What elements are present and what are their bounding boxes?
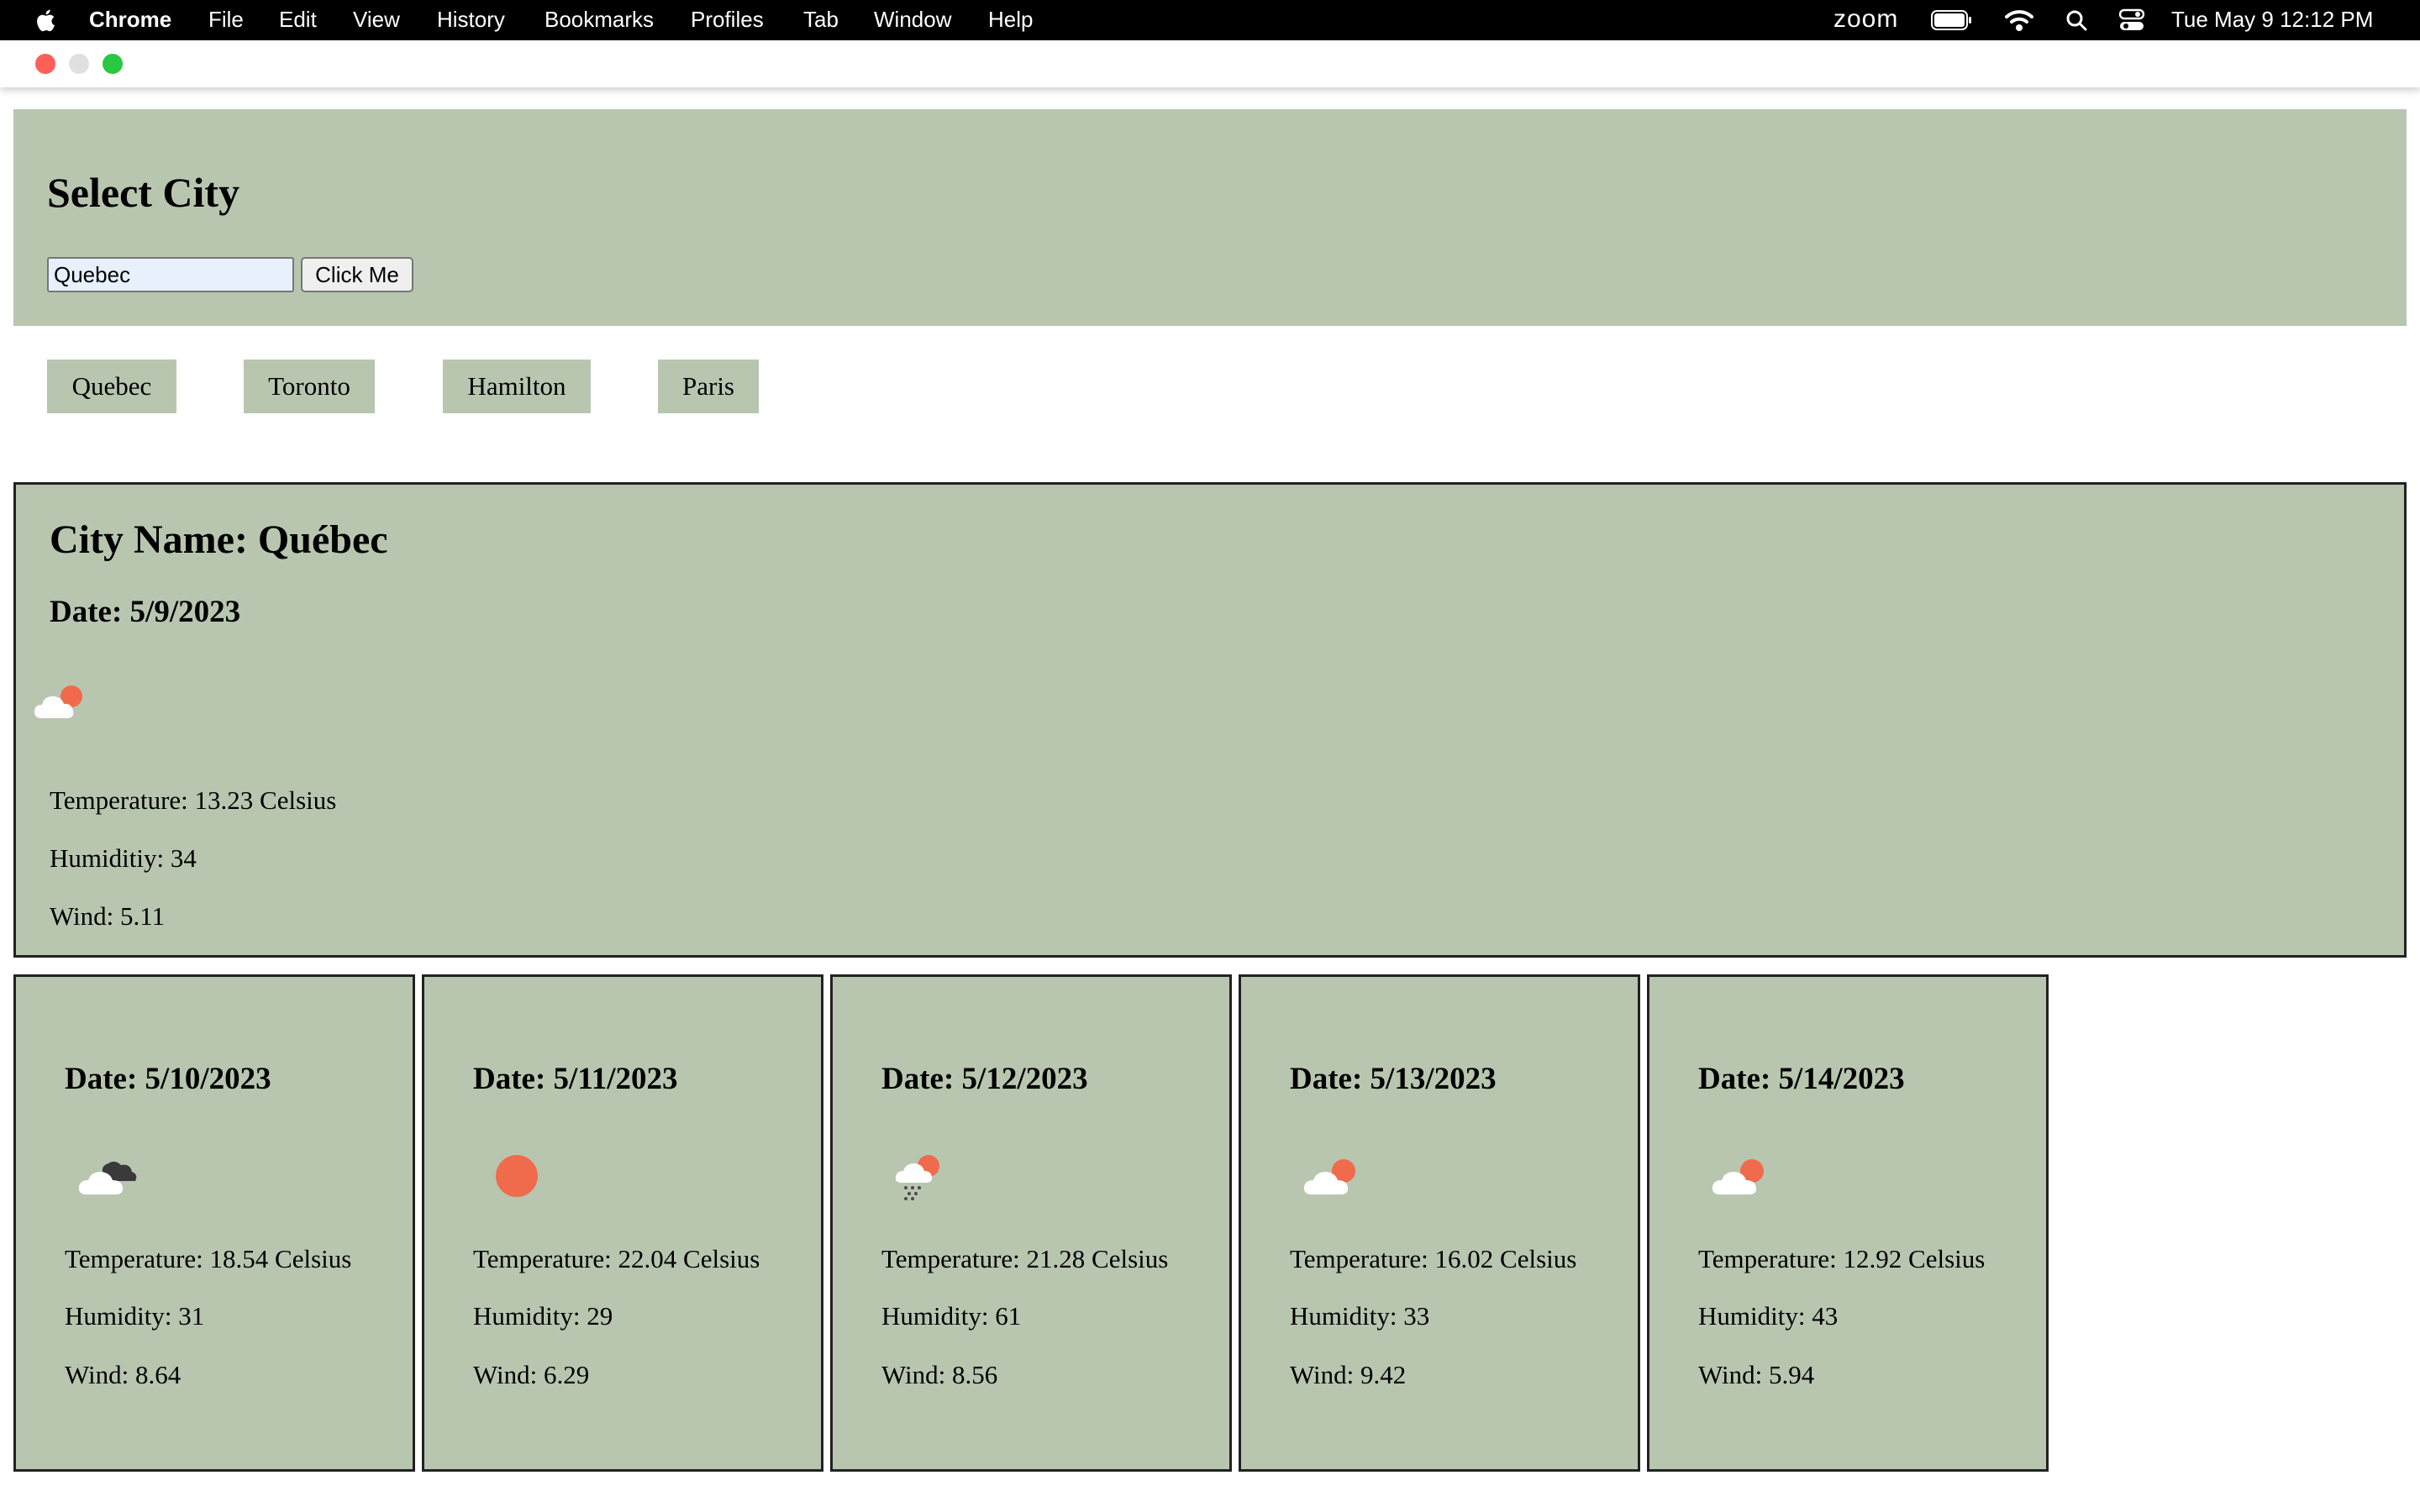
- battery-icon[interactable]: [1931, 10, 1973, 30]
- city-button-quebec[interactable]: Quebec: [47, 360, 176, 413]
- forecast-date: Date: 5/11/2023: [473, 1062, 678, 1096]
- forecast-humidity: Humidity: 33: [1290, 1301, 1430, 1331]
- window-close-button[interactable]: [35, 54, 55, 74]
- menu-tab[interactable]: Tab: [803, 7, 839, 33]
- browser-title-bar: [0, 40, 2420, 87]
- current-wind: Wind: 5.11: [50, 901, 166, 931]
- control-center-icon[interactable]: [2119, 8, 2144, 32]
- window-minimize-button[interactable]: [69, 54, 89, 74]
- menu-file[interactable]: File: [208, 7, 244, 33]
- forecast-humidity: Humidity: 31: [65, 1301, 205, 1331]
- rain-cloud-sun-icon: [895, 1155, 939, 1200]
- forecast-wind: Wind: 8.64: [65, 1360, 182, 1389]
- window-maximize-button[interactable]: [103, 54, 123, 74]
- forecast-date: Date: 5/10/2023: [65, 1062, 271, 1096]
- forecast-temperature: Temperature: 21.28 Celsius: [881, 1244, 1169, 1273]
- current-weather-card: City Name: Québec Date: 5/9/2023 Tempera…: [13, 482, 2407, 958]
- forecast-wind: Wind: 9.42: [1290, 1360, 1407, 1389]
- wifi-icon[interactable]: [2005, 8, 2033, 32]
- select-city-panel: Select City Click Me: [13, 109, 2407, 326]
- forecast-temperature: Temperature: 12.92 Celsius: [1698, 1244, 1986, 1273]
- forecast-card: Date: 5/11/2023 Temperature: 22.04 Celsi…: [422, 974, 823, 1472]
- forecast-card: Date: 5/14/2023 Temperature: 12.92 Celsi…: [1647, 974, 2049, 1472]
- forecast-date: Date: 5/14/2023: [1698, 1062, 1905, 1096]
- apple-logo-icon[interactable]: [32, 5, 60, 35]
- forecast-wind: Wind: 5.94: [1698, 1360, 1815, 1389]
- zoom-status-label[interactable]: zoom: [1833, 5, 1898, 34]
- menu-app-name[interactable]: Chrome: [89, 7, 171, 33]
- forecast-date: Date: 5/13/2023: [1290, 1062, 1497, 1096]
- forecast-humidity: Humidity: 29: [473, 1301, 613, 1331]
- menu-window[interactable]: Window: [874, 7, 951, 33]
- menu-history[interactable]: History: [437, 7, 505, 33]
- macos-menu-bar: Chrome File Edit View History Bookmarks …: [0, 0, 2420, 40]
- city-button-paris[interactable]: Paris: [658, 360, 759, 413]
- forecast-card: Date: 5/10/2023 Temperature: 18.54 Celsi…: [13, 974, 415, 1472]
- city-search-input[interactable]: [47, 257, 294, 292]
- current-humidity: Humiditiy: 34: [50, 843, 197, 873]
- forecast-card: Date: 5/13/2023 Temperature: 16.02 Celsi…: [1239, 974, 1640, 1472]
- page-title: Select City: [47, 169, 240, 216]
- menu-bookmarks[interactable]: Bookmarks: [544, 7, 654, 33]
- forecast-humidity: Humidity: 43: [1698, 1301, 1839, 1331]
- dark-clouds-icon: [78, 1161, 137, 1194]
- cloud-sun-icon: [34, 685, 82, 718]
- forecast-temperature: Temperature: 16.02 Celsius: [1290, 1244, 1577, 1273]
- city-button-hamilton[interactable]: Hamilton: [443, 360, 591, 413]
- forecast-temperature: Temperature: 18.54 Celsius: [65, 1244, 352, 1273]
- current-temperature: Temperature: 13.23 Celsius: [50, 785, 337, 815]
- clock-datetime[interactable]: Tue May 9 12:12 PM: [2171, 7, 2373, 33]
- forecast-wind: Wind: 6.29: [473, 1360, 590, 1389]
- cloud-sun-icon: [1712, 1159, 1764, 1194]
- forecast-temperature: Temperature: 22.04 Celsius: [473, 1244, 760, 1273]
- forecast-wind: Wind: 8.56: [881, 1360, 998, 1389]
- menu-help[interactable]: Help: [988, 7, 1033, 33]
- city-name-heading: City Name: Québec: [50, 517, 388, 562]
- forecast-date: Date: 5/12/2023: [881, 1062, 1088, 1096]
- forecast-humidity: Humidity: 61: [881, 1301, 1022, 1331]
- city-button-toronto[interactable]: Toronto: [244, 360, 375, 413]
- sun-icon: [496, 1155, 538, 1197]
- current-date: Date: 5/9/2023: [50, 595, 241, 629]
- search-icon[interactable]: [2065, 9, 2087, 31]
- menu-profiles[interactable]: Profiles: [691, 7, 764, 33]
- cloud-sun-icon: [1303, 1159, 1355, 1194]
- menu-view[interactable]: View: [353, 7, 400, 33]
- menu-edit[interactable]: Edit: [279, 7, 317, 33]
- search-button[interactable]: Click Me: [301, 257, 413, 292]
- forecast-card: Date: 5/12/2023 Temperature: 21.28 Celsi…: [830, 974, 1232, 1472]
